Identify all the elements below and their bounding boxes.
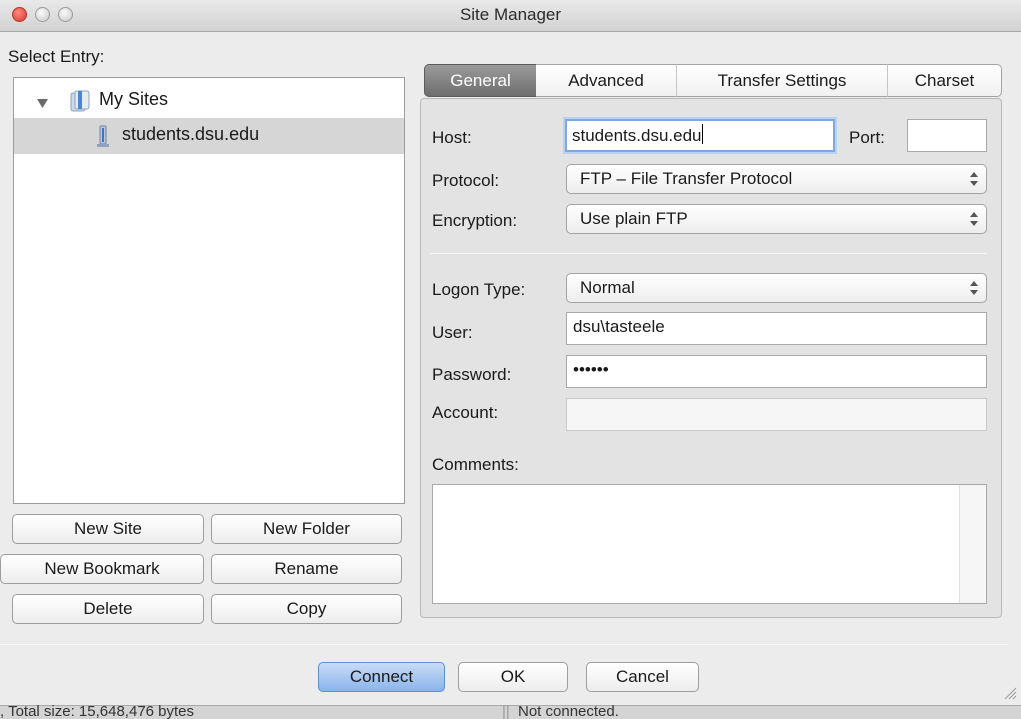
host-input[interactable]: students.dsu.edu xyxy=(565,119,835,152)
encryption-value: Use plain FTP xyxy=(580,209,688,228)
protocol-value: FTP – File Transfer Protocol xyxy=(580,169,793,188)
title-bar[interactable]: Site Manager xyxy=(0,0,1021,32)
tree-item-site[interactable]: students.dsu.edu xyxy=(14,118,404,154)
settings-tabs: General Advanced Transfer Settings Chars… xyxy=(424,64,1002,97)
ok-button[interactable]: OK xyxy=(458,662,568,692)
tab-general[interactable]: General xyxy=(424,64,536,97)
logon-type-value: Normal xyxy=(580,278,635,297)
main-status-bar: , Total size: 15,648,476 bytes || Not co… xyxy=(0,703,1021,719)
port-input[interactable] xyxy=(907,119,987,152)
tab-charset[interactable]: Charset xyxy=(887,64,1002,97)
comments-label: Comments: xyxy=(432,455,519,474)
tree-item-label: students.dsu.edu xyxy=(122,124,260,144)
tab-advanced[interactable]: Advanced xyxy=(536,64,676,97)
window-title: Site Manager xyxy=(459,5,562,24)
port-label: Port: xyxy=(849,128,885,147)
connection-status: Not connected. xyxy=(518,703,619,719)
host-value: students.dsu.edu xyxy=(572,126,702,145)
section-divider xyxy=(430,253,987,254)
status-separator: || xyxy=(502,703,510,719)
updown-arrows-icon xyxy=(970,281,978,295)
user-input[interactable]: dsu\tasteele xyxy=(566,312,987,345)
site-tree[interactable]: My Sites students.dsu.edu xyxy=(13,77,405,504)
updown-arrows-icon xyxy=(970,212,978,226)
footer-divider xyxy=(0,644,1008,645)
user-label: User: xyxy=(432,323,473,342)
connect-button[interactable]: Connect xyxy=(318,662,445,692)
logon-type-select[interactable]: Normal xyxy=(566,273,987,303)
disclosure-triangle-icon[interactable] xyxy=(37,94,48,114)
comments-scrollbar[interactable] xyxy=(959,485,986,603)
logon-type-label: Logon Type: xyxy=(432,280,526,299)
new-site-button[interactable]: New Site xyxy=(12,514,204,544)
new-folder-button[interactable]: New Folder xyxy=(211,514,402,544)
encryption-label: Encryption: xyxy=(432,211,518,230)
site-manager-window: Site Manager Select Entry: My Sites stud… xyxy=(0,0,1021,719)
encryption-select[interactable]: Use plain FTP xyxy=(566,204,987,234)
protocol-select[interactable]: FTP – File Transfer Protocol xyxy=(566,164,987,194)
select-entry-label: Select Entry: xyxy=(8,47,105,66)
password-label: Password: xyxy=(432,365,512,384)
cancel-button[interactable]: Cancel xyxy=(586,662,699,692)
updown-arrows-icon xyxy=(970,172,978,186)
password-input[interactable]: •••••• xyxy=(566,355,987,388)
server-icon xyxy=(96,125,110,154)
delete-button[interactable]: Delete xyxy=(12,594,204,624)
new-bookmark-button[interactable]: New Bookmark xyxy=(0,554,204,584)
rename-button[interactable]: Rename xyxy=(211,554,402,584)
tab-transfer-settings[interactable]: Transfer Settings xyxy=(676,64,887,97)
account-input[interactable] xyxy=(566,398,987,431)
resize-grip-icon[interactable] xyxy=(1003,686,1017,700)
text-caret xyxy=(702,124,704,144)
copy-button[interactable]: Copy xyxy=(211,594,402,624)
tree-item-my-sites[interactable]: My Sites xyxy=(14,83,404,119)
total-size-status: , Total size: 15,648,476 bytes xyxy=(0,703,195,719)
account-label: Account: xyxy=(432,403,499,422)
folder-icon xyxy=(69,89,91,118)
protocol-label: Protocol: xyxy=(432,171,500,190)
comments-textarea[interactable] xyxy=(432,484,987,604)
host-label: Host: xyxy=(432,128,472,147)
tree-item-label: My Sites xyxy=(99,89,169,109)
